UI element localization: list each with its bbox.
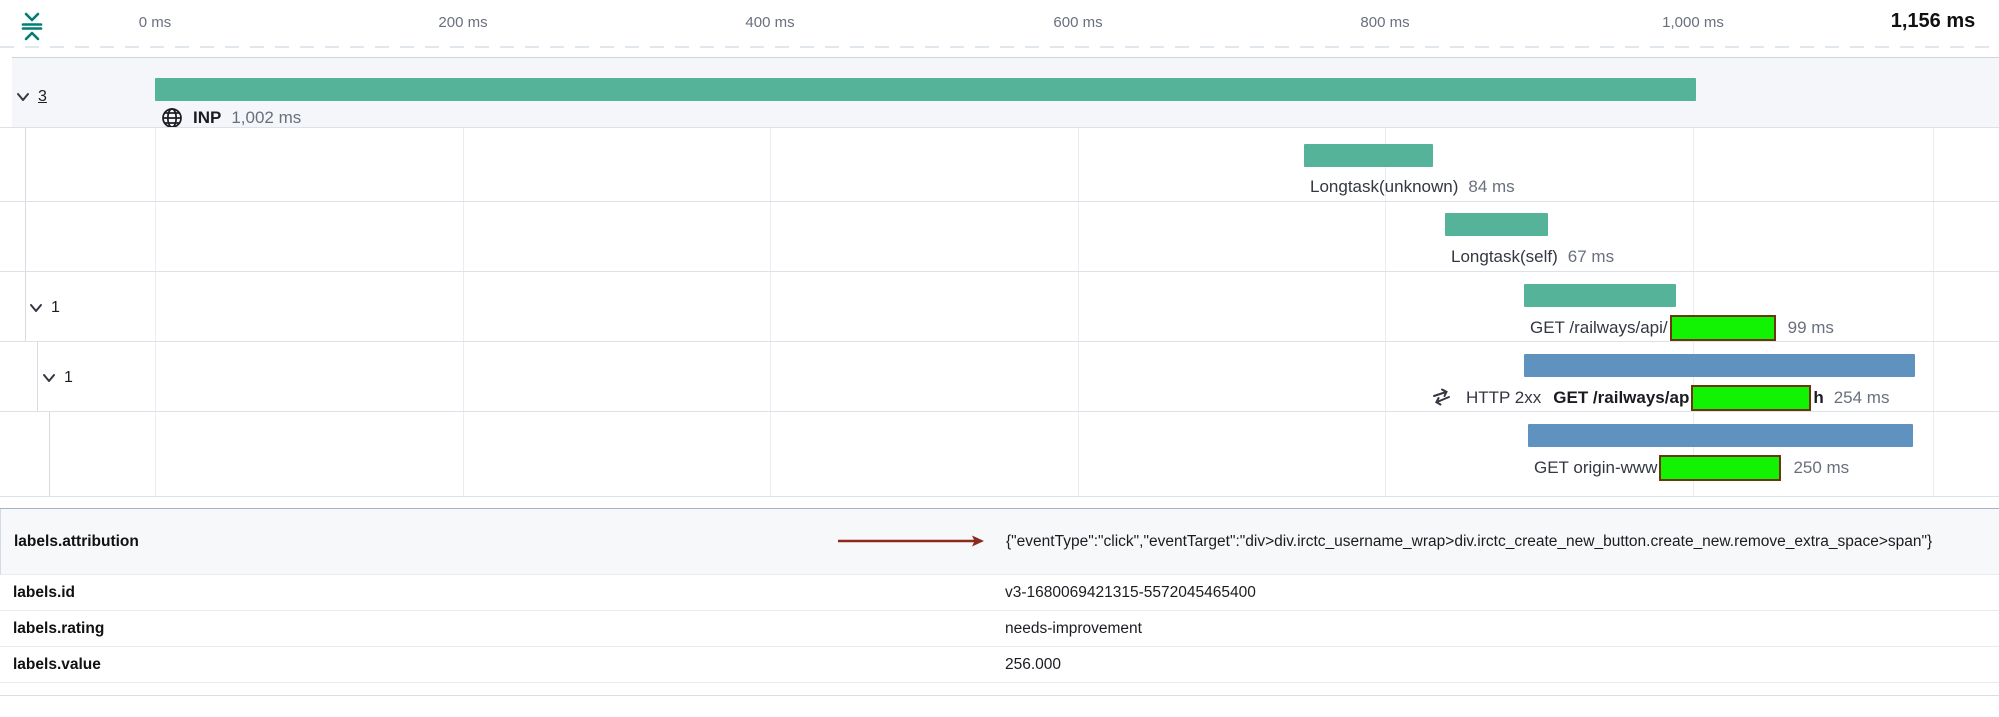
ruler-tick-0: 0 ms [139,14,172,31]
child-count-badge[interactable]: 1 [64,369,73,387]
row-label[interactable]: GET origin-www 250 ms [1534,454,1849,482]
ruler-minor-ticks [0,46,1999,48]
page-bottom-divider [0,695,1999,696]
waterfall-row-Longtask(self): Longtask(self) 67 ms [0,202,1999,272]
duration-bar[interactable] [1445,213,1548,236]
metadata-key: labels.rating [0,620,1005,638]
accordion-toggle[interactable]: 1 [27,299,60,317]
waterfall-row-Longtask(unknown): Longtask(unknown) 84 ms [0,128,1999,202]
row-duration: 1,002 ms [231,108,301,128]
metadata-key: labels.id [0,584,1005,602]
metadata-value: v3-1680069421315-5572045465400 [1005,579,1995,606]
ruler-tick-200: 200 ms [438,14,487,31]
duration-bar[interactable] [155,78,1696,101]
chevron-down-icon [27,299,45,317]
ruler-tick-400: 400 ms [745,14,794,31]
timeline-ruler: 0 ms 200 ms 400 ms 600 ms 800 ms 1,000 ms 1,1… [0,0,1999,56]
metadata-key: labels.value [0,656,1005,674]
row-duration: 84 ms [1468,177,1514,197]
row-label[interactable]: HTTP 2xx GET /railways/ap h 254 ms [1430,384,1889,412]
row-label-name: GET /railways/api/ [1530,318,1668,338]
collapse-all-button[interactable] [16,10,48,44]
child-count-badge[interactable]: 3 [38,88,47,106]
metadata-row-labels.attribution: labels.attribution{"eventType":"click","… [0,509,1999,575]
row-label-prefix: HTTP 2xx [1466,388,1541,408]
accordion-toggle[interactable]: 1 [40,369,73,387]
row-duration: 67 ms [1568,247,1614,267]
row-label-name: GET /railways/ap [1553,388,1689,408]
duration-bar[interactable] [1524,354,1915,377]
chevron-down-icon [14,88,32,106]
span-link-icon [1430,387,1454,409]
redacted-text-box [1659,455,1781,481]
metadata-value: needs-improvement [1005,615,1995,642]
fold-timeline-icon [17,10,47,42]
waterfall-row-GET /railways/ap: HTTP 2xx GET /railways/ap h 254 ms [0,342,1999,412]
waterfall-row-GET /railways/api/: GET /railways/api/99 ms [0,272,1999,342]
ruler-tick-600: 600 ms [1053,14,1102,31]
metadata-row-labels.rating: labels.ratingneeds-improvement [0,611,1999,647]
chevron-down-icon [40,369,58,387]
ruler-tick-1000: 1,000 ms [1662,14,1724,31]
trace-total-duration: 1,156 ms [1891,10,1976,33]
duration-bar[interactable] [1528,424,1913,447]
row-duration: 99 ms [1788,318,1834,338]
metadata-row-labels.id: labels.idv3-1680069421315-5572045465400 [0,575,1999,611]
row-label-suffix: h [1813,388,1823,408]
row-label-name: INP [193,108,221,128]
metadata-value: 256.000 [1005,651,1995,678]
annotation-arrow-icon [836,533,986,549]
apm-trace-waterfall-screen: 0 ms 200 ms 400 ms 600 ms 800 ms 1,000 ms 1,1… [0,0,1999,717]
waterfall-row-GET origin-www: GET origin-www 250 ms [0,412,1999,497]
row-label-name: GET origin-www [1534,458,1657,478]
row-duration: 250 ms [1793,458,1849,478]
duration-bar[interactable] [1524,284,1676,307]
accordion-toggle[interactable]: 3 [14,88,47,106]
row-label-name: Longtask(unknown) [1310,177,1458,197]
metadata-table: labels.attribution{"eventType":"click","… [0,508,1999,683]
ruler-tick-800: 800 ms [1360,14,1409,31]
row-label[interactable]: GET /railways/api/99 ms [1530,314,1834,342]
metadata-value: {"eventType":"click","eventTarget":"div>… [1006,528,1996,555]
row-duration: 254 ms [1834,388,1890,408]
redacted-text-box [1691,385,1811,411]
waterfall-row-INP: INP 1,002 ms [0,57,1999,128]
row-label[interactable]: Longtask(self) 67 ms [1451,243,1614,271]
child-count-badge[interactable]: 1 [51,299,60,317]
row-divider [0,496,1999,497]
duration-bar[interactable] [1304,144,1433,167]
metadata-row-labels.value: labels.value256.000 [0,647,1999,683]
row-label[interactable]: Longtask(unknown) 84 ms [1310,173,1515,201]
row-label-name: Longtask(self) [1451,247,1558,267]
globe-icon [161,107,183,129]
trace-waterfall: INP1,002 msLongtask(unknown)84 msLongtas… [0,57,1999,497]
redacted-text-box [1670,315,1776,341]
